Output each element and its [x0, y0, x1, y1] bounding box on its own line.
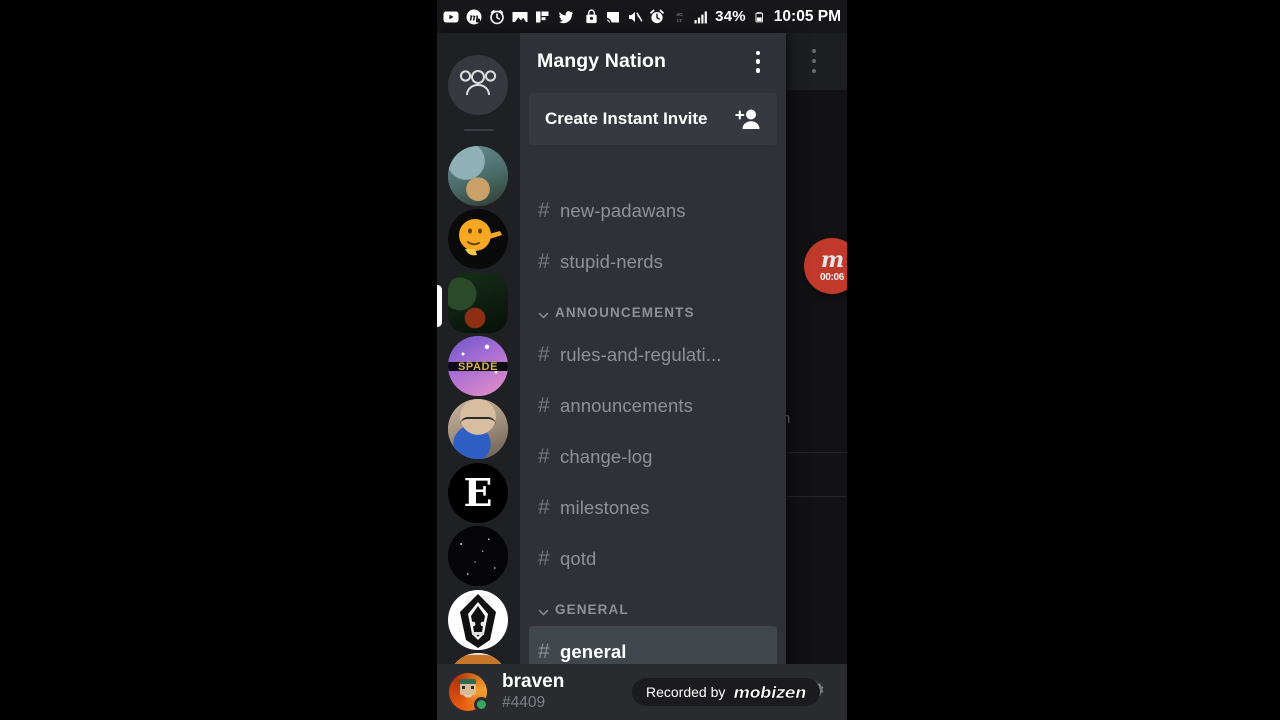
battery-icon [752, 9, 768, 25]
hash-icon: # [538, 496, 550, 519]
recording-timer: 00:06 [819, 272, 845, 283]
channel-label: change-log [560, 445, 653, 467]
server-icon-mask-art[interactable] [448, 590, 508, 650]
channel-label: milestones [560, 496, 650, 518]
channel-label: rules-and-regulati... [560, 343, 722, 365]
mobizen-icon: m [466, 9, 482, 25]
channel-label: new-padawans [560, 199, 686, 221]
invite-label: Create Instant Invite [545, 109, 708, 128]
guild-name: Mangy Nation [537, 50, 667, 72]
watermark-logo: mobizen [733, 682, 807, 702]
channel-change-log[interactable]: # change-log [529, 431, 777, 482]
channel-milestones[interactable]: # milestones [529, 482, 777, 533]
chevron-down-icon [538, 605, 549, 616]
cast-icon [605, 9, 621, 25]
hash-icon: # [538, 547, 550, 570]
drag-handle[interactable] [437, 285, 442, 327]
flipboard-icon [535, 9, 551, 25]
category-label: ANNOUNCEMENTS [555, 304, 695, 320]
server-icon-person-photo[interactable] [448, 399, 508, 459]
guild-header[interactable]: Mangy Nation [520, 33, 786, 90]
rail-divider [464, 129, 494, 131]
alarm-icon [649, 9, 665, 25]
hash-icon: # [538, 445, 550, 468]
channel-label: qotd [560, 547, 597, 569]
avatar[interactable] [449, 673, 489, 712]
gallery-icon [512, 9, 528, 25]
channel-panel: Mangy Nation Create Instant Invite # new… [520, 33, 786, 720]
channel-new-padawans[interactable]: # new-padawans [529, 185, 777, 236]
add-person-icon [735, 106, 761, 132]
friends-home-button[interactable] [448, 55, 508, 115]
category-announcements[interactable]: ANNOUNCEMENTS [520, 295, 786, 329]
create-instant-invite-button[interactable]: Create Instant Invite [529, 93, 777, 145]
channel-label: general [560, 640, 627, 662]
server-label-e: E [463, 470, 493, 515]
navigation-drawer: SPADE SPADE [437, 33, 786, 720]
chevron-down-icon [538, 308, 549, 319]
server-icon-starfield[interactable] [448, 526, 508, 586]
hash-icon: # [538, 343, 550, 366]
server-icon-thinking-emoji[interactable] [448, 209, 508, 269]
server-rail: SPADE SPADE [437, 33, 520, 720]
category-label: GENERAL [555, 601, 629, 617]
youtube-icon [443, 9, 459, 25]
channel-label: stupid-nerds [560, 250, 664, 272]
status-bar-clock: 10:05 PM [773, 7, 841, 25]
svg-text:4G: 4G [676, 12, 683, 18]
svg-text:LT: LT [677, 17, 682, 23]
category-general[interactable]: GENERAL [520, 592, 786, 626]
mobizen-watermark: Recorded by mobizen [632, 678, 821, 706]
user-identity: braven #4409 [502, 671, 564, 713]
channel-stupid-nerds[interactable]: # stupid-nerds [529, 236, 777, 287]
signal-icon [693, 9, 709, 25]
channel-label: announcements [560, 394, 693, 416]
overflow-menu-icon[interactable] [746, 47, 770, 77]
server-icon-spade[interactable]: SPADE SPADE [448, 336, 508, 396]
status-bar-system: 4G LT 34% 10:05 PM [583, 9, 841, 25]
channel-announcements[interactable]: # announcements [529, 380, 777, 431]
sim-icon: 4G LT [671, 9, 687, 25]
channel-list[interactable]: # new-padawans # stupid-nerds ANNOUNCEME… [520, 185, 786, 720]
username: braven [502, 671, 565, 692]
hash-icon: # [538, 250, 550, 273]
background-divider [782, 452, 847, 453]
hash-icon: # [538, 199, 550, 222]
twitter-icon [558, 9, 574, 25]
mobizen-logo-letter: m [820, 247, 844, 273]
battery-percent: 34% [715, 8, 746, 25]
hash-icon: # [538, 394, 550, 417]
clock-icon [489, 9, 505, 25]
user-status-bar: braven #4409 Recorded by mobizen [437, 664, 847, 720]
status-bar-notifications: m [443, 9, 574, 25]
channel-rules-and-regulations[interactable]: # rules-and-regulati... [529, 329, 777, 380]
server-icon-dark-photo[interactable] [448, 273, 508, 333]
server-icon-letter-e[interactable]: E [448, 463, 508, 523]
user-discriminator: #4409 [502, 693, 546, 711]
watermark-text: Recorded by [646, 684, 726, 700]
channel-qotd[interactable]: # qotd [529, 533, 777, 584]
background-divider [782, 496, 847, 497]
mute-icon [627, 9, 643, 25]
screen-root: n n m 00:06 m [0, 0, 1280, 720]
phone-viewport: n n m 00:06 m [437, 0, 847, 720]
status-badge-online [474, 697, 489, 712]
overflow-menu-icon[interactable] [801, 46, 827, 76]
friends-icon [459, 68, 497, 103]
vpn-key-icon [583, 9, 599, 25]
android-status-bar: m 4G LT 34% 10:05 PM [437, 0, 847, 33]
hash-icon: # [538, 640, 550, 663]
server-icon-cat-photo[interactable] [448, 146, 508, 206]
